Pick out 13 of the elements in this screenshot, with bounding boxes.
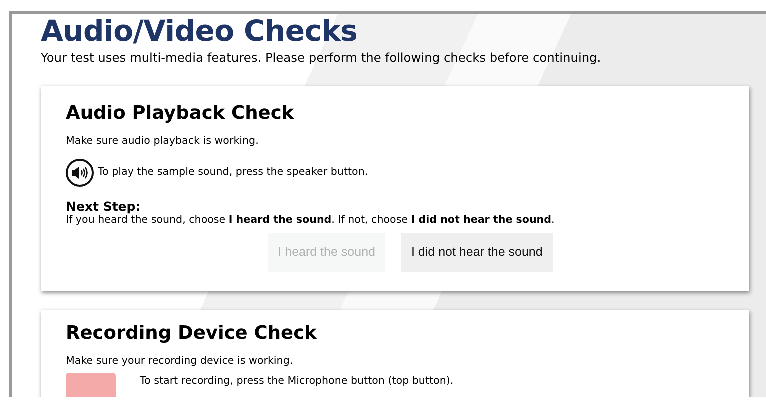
- intro-text: Your test uses multi-media features. Please perform the following checks before continuing.: [41, 50, 602, 67]
- page-title: Audio/Video Checks: [41, 17, 359, 46]
- instruction-text: To play the sample sound, press the speaker button.: [98, 165, 368, 180]
- description-text: Make sure your recording device is working.: [66, 354, 294, 370]
- next-step-heading: Next Step:: [66, 200, 142, 214]
- speaker-icon: [71, 166, 89, 180]
- description-text: Make sure audio playback is working.: [66, 134, 260, 150]
- card-title: Audio Playback Check: [66, 103, 296, 126]
- instruction-text: To start recording, press the Microphone button (top button).: [140, 374, 454, 389]
- speaker-button[interactable]: [66, 158, 94, 187]
- answer-button[interactable]: I did not hear the sound: [401, 232, 553, 272]
- card-title: Recording Device Check: [66, 323, 318, 346]
- next-step-text: If you heard the sound, choose I heard the sound. If not, choose I did not hear the sound.: [66, 214, 556, 228]
